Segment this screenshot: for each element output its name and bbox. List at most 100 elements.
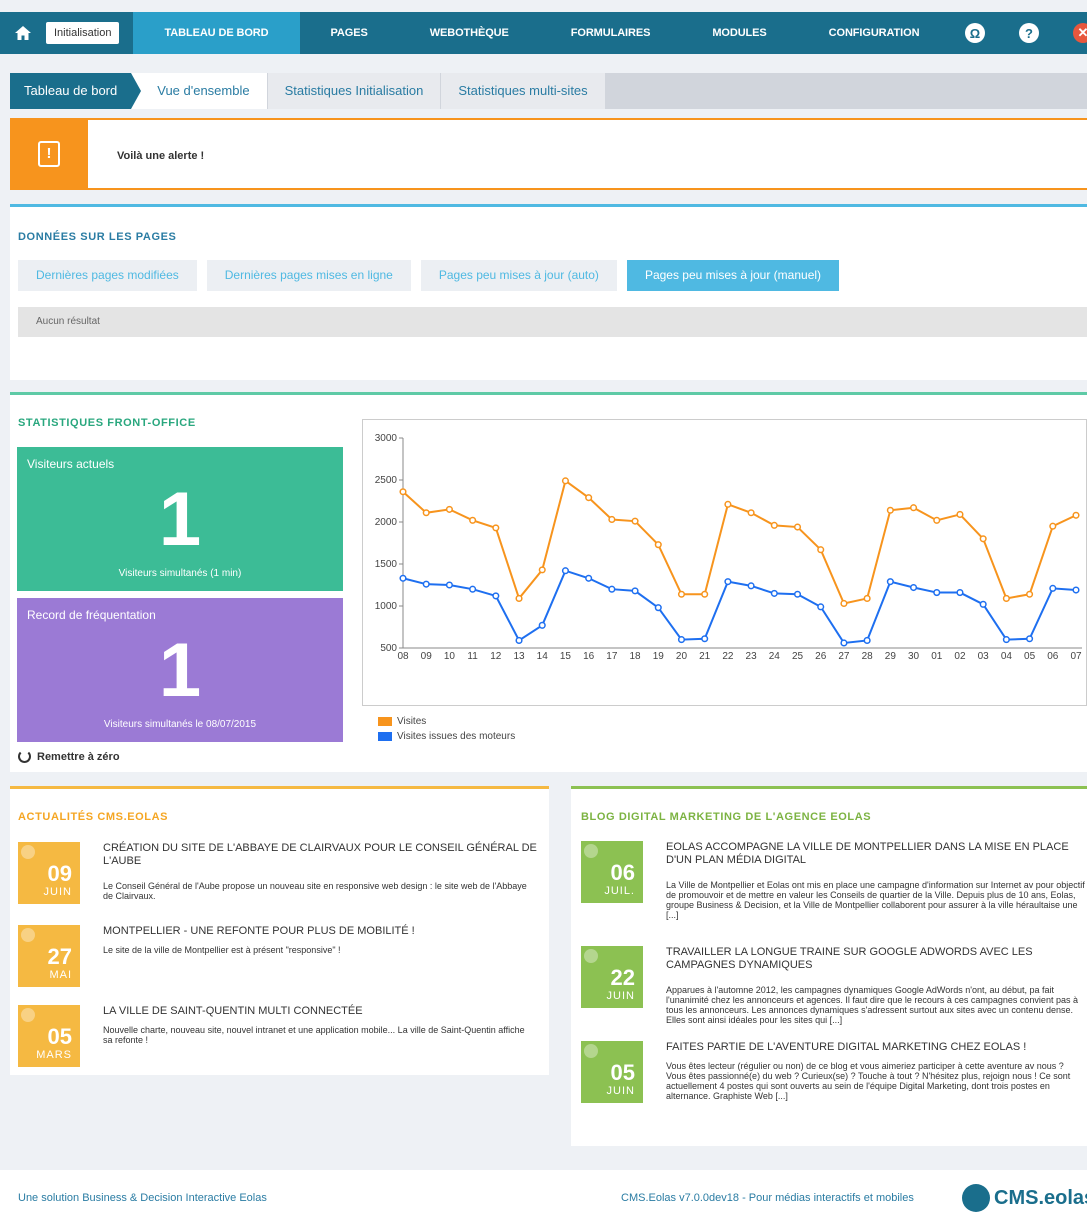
menu-pages[interactable]: PAGES xyxy=(300,12,399,54)
news-cms-item-1[interactable]: 09 JUIN CRÉATION DU SITE DE L'ABBAYE DE … xyxy=(18,842,538,904)
clock-icon xyxy=(21,845,35,859)
pill-last-modified[interactable]: Dernières pages modifiées xyxy=(18,260,197,291)
blog-title[interactable]: TRAVAILLER LA LONGUE TRAINE SUR GOOGLE A… xyxy=(666,946,1084,972)
x-tick-label: 20 xyxy=(676,651,688,662)
logo-icon xyxy=(962,1184,990,1212)
data-point xyxy=(492,524,500,532)
news-desc: Le site de la ville de Montpellier est à… xyxy=(103,945,341,955)
news-title[interactable]: CRÉATION DU SITE DE L'ABBAYE DE CLAIRVAU… xyxy=(103,842,543,868)
menu-formulaires[interactable]: FORMULAIRES xyxy=(540,12,682,54)
data-point xyxy=(677,590,686,598)
data-point xyxy=(561,477,569,485)
x-tick-label: 28 xyxy=(862,651,874,662)
x-tick-label: 19 xyxy=(653,651,665,662)
data-point xyxy=(422,509,430,517)
x-tick-label: 14 xyxy=(537,651,549,662)
alert-banner: ! Voilà une alerte ! xyxy=(10,118,1087,190)
menu-webotheque[interactable]: WEBOTHÈQUE xyxy=(399,12,540,54)
data-point xyxy=(840,639,848,647)
y-tick-label: 1500 xyxy=(375,559,398,570)
nav-icons: Ω ? ✕ xyxy=(931,12,1087,54)
legend-item-moteurs: Visites issues des moteurs xyxy=(378,729,515,744)
tab-tableau-de-bord[interactable]: Tableau de bord xyxy=(10,73,142,109)
data-point xyxy=(910,583,918,592)
x-tick-label: 23 xyxy=(746,651,758,662)
data-point xyxy=(1002,594,1010,602)
data-point xyxy=(677,636,686,644)
data-point xyxy=(863,594,871,602)
news-date-badge: 27 MAI xyxy=(18,925,80,987)
record-label: Record de fréquentation xyxy=(27,608,156,622)
data-point xyxy=(399,488,407,496)
news-title[interactable]: LA VILLE DE SAINT-QUENTIN MULTI CONNECTÉ… xyxy=(103,1005,543,1018)
blog-title[interactable]: EOLAS ACCOMPAGNE LA VILLE DE MONTPELLIER… xyxy=(666,841,1084,867)
pill-stale-auto[interactable]: Pages peu mises à jour (auto) xyxy=(420,260,617,291)
stats-section-title: STATISTIQUES FRONT-OFFICE xyxy=(18,417,196,429)
x-tick-label: 15 xyxy=(560,651,572,662)
x-tick-label: 21 xyxy=(699,651,711,662)
footer-version-text: CMS.Eolas v7.0.0dev18 - Pour médias inte… xyxy=(621,1192,914,1204)
news-cms-item-2[interactable]: 27 MAI MONTPELLIER - UNE REFONTE POUR PL… xyxy=(18,925,538,987)
x-tick-label: 07 xyxy=(1070,651,1082,662)
cms-eolas-logo[interactable]: CMS.eolas xyxy=(962,1184,1087,1212)
data-point xyxy=(445,581,453,589)
blog-item-3[interactable]: 05 JUIN FAITES PARTIE DE L'AVENTURE DIGI… xyxy=(581,1041,1087,1121)
series-line-visites xyxy=(402,479,1077,605)
clock-icon xyxy=(584,949,598,963)
visits-chart-svg: 500 1000 1500 2000 2500 3000 08 09 10 11 12 13 14 15 1… xyxy=(375,433,1082,662)
data-point xyxy=(585,574,593,582)
pill-last-published[interactable]: Dernières pages mises en ligne xyxy=(206,260,411,291)
news-cms-list: ACTUALITÉS CMS.EOLAS 09 JUIN CRÉATION DU… xyxy=(10,786,549,1075)
data-point xyxy=(585,494,593,502)
data-point xyxy=(631,517,639,525)
blog-item-2[interactable]: 22 JUIN TRAVAILLER LA LONGUE TRAINE SUR … xyxy=(581,946,1087,1026)
menu-configuration[interactable]: CONFIGURATION xyxy=(798,12,951,54)
news-cms-list-title: ACTUALITÉS CMS.EOLAS xyxy=(18,811,169,823)
x-tick-label: 18 xyxy=(630,651,642,662)
initialisation-button[interactable]: Initialisation xyxy=(46,22,120,44)
tab-vue-ensemble[interactable]: Vue d'ensemble xyxy=(131,73,267,109)
clock-icon xyxy=(21,1008,35,1022)
footer: Une solution Business & Decision Interac… xyxy=(0,1170,1087,1215)
blog-item-1[interactable]: 06 JUIL. EOLAS ACCOMPAGNE LA VILLE DE MO… xyxy=(581,841,1087,921)
data-point xyxy=(910,504,918,512)
home-icon[interactable] xyxy=(0,12,46,54)
data-point xyxy=(1072,586,1080,594)
dashboard-tabs: Tableau de bord Vue d'ensemble Statistiq… xyxy=(10,73,1087,109)
news-title[interactable]: MONTPELLIER - UNE REFONTE POUR PLUS DE M… xyxy=(103,925,543,938)
close-icon[interactable]: ✕ xyxy=(1073,23,1087,43)
data-point xyxy=(840,599,848,608)
data-point xyxy=(933,589,941,597)
x-tick-label: 30 xyxy=(908,651,920,662)
data-point xyxy=(956,589,964,597)
reset-button[interactable]: Remettre à zéro xyxy=(18,750,120,763)
y-tick-label: 3000 xyxy=(375,433,398,444)
help-icon[interactable]: ? xyxy=(1019,23,1039,43)
pill-stale-manual[interactable]: Pages peu mises à jour (manuel) xyxy=(626,260,840,291)
blog-date-badge: 06 JUIL. xyxy=(581,841,643,903)
data-point xyxy=(515,594,523,602)
news-desc: Nouvelle charte, nouveau site, nouvel in… xyxy=(103,1025,525,1045)
x-tick-label: 29 xyxy=(885,651,897,662)
data-point xyxy=(979,600,987,608)
pages-filter-tabs: Dernières pages modifiées Dernières page… xyxy=(18,260,849,291)
tab-statistiques-initialisation[interactable]: Statistiques Initialisation xyxy=(266,73,441,109)
x-tick-label: 06 xyxy=(1047,651,1059,662)
tab-statistiques-multi-sites[interactable]: Statistiques multi-sites xyxy=(440,73,605,109)
data-point xyxy=(1026,635,1034,643)
support-icon[interactable]: Ω xyxy=(965,23,985,43)
blog-title[interactable]: FAITES PARTIE DE L'AVENTURE DIGITAL MARK… xyxy=(666,1041,1084,1054)
data-point xyxy=(1026,590,1034,598)
menu-tableau-de-bord[interactable]: TABLEAU DE BORD xyxy=(133,12,300,54)
data-point xyxy=(654,604,662,612)
footer-left-text[interactable]: Une solution Business & Decision Interac… xyxy=(18,1192,267,1204)
news-cms-item-3[interactable]: 05 MARS LA VILLE DE SAINT-QUENTIN MULTI … xyxy=(18,1005,538,1067)
data-point xyxy=(469,585,477,593)
no-result-message: Aucun résultat xyxy=(18,307,1087,337)
menu-modules[interactable]: MODULES xyxy=(681,12,797,54)
main-menu: TABLEAU DE BORD PAGES WEBOTHÈQUE FORMULA… xyxy=(133,12,950,54)
blog-section: BLOG DIGITAL MARKETING DE L'AGENCE EOLAS… xyxy=(571,786,1087,1146)
data-point xyxy=(724,500,732,508)
x-tick-label: 17 xyxy=(606,651,618,662)
y-tick-label: 2000 xyxy=(375,517,398,528)
